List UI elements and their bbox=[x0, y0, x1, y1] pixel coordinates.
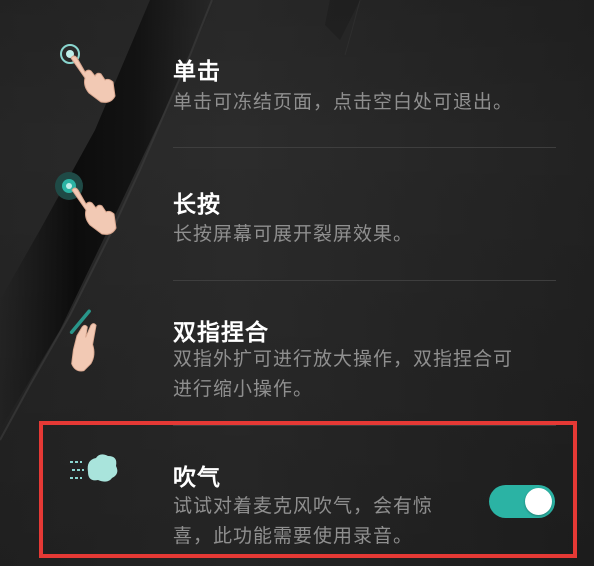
pinch-gesture-icon bbox=[69, 309, 97, 372]
single-tap-gesture-icon bbox=[60, 44, 116, 103]
option-description: 长按屏幕可展开裂屏效果。 bbox=[173, 219, 413, 249]
divider bbox=[173, 147, 556, 148]
long-press-gesture-icon bbox=[55, 172, 117, 235]
highlight-box bbox=[39, 421, 577, 558]
option-title: 单击 bbox=[173, 59, 221, 85]
option-description: 单击可冻结页面，点击空白处可退出。 bbox=[173, 87, 513, 117]
description-line: 双指外扩可进行放大操作，双指捏合可 bbox=[173, 348, 514, 370]
description-line: 长按屏幕可展开裂屏效果。 bbox=[173, 223, 414, 245]
option-title: 双指捏合 bbox=[173, 320, 269, 346]
divider bbox=[173, 280, 556, 281]
description-line: 单击可冻结页面，点击空白处可退出。 bbox=[173, 91, 514, 113]
gesture-settings-screen: 单击 单击可冻结页面，点击空白处可退出。 长按 长按屏幕可展开裂屏效果。 双指捏… bbox=[0, 0, 594, 566]
option-title: 长按 bbox=[173, 192, 221, 218]
option-description: 双指外扩可进行放大操作，双指捏合可 进行缩小操作。 bbox=[173, 344, 513, 404]
description-line: 进行缩小操作。 bbox=[173, 378, 314, 400]
